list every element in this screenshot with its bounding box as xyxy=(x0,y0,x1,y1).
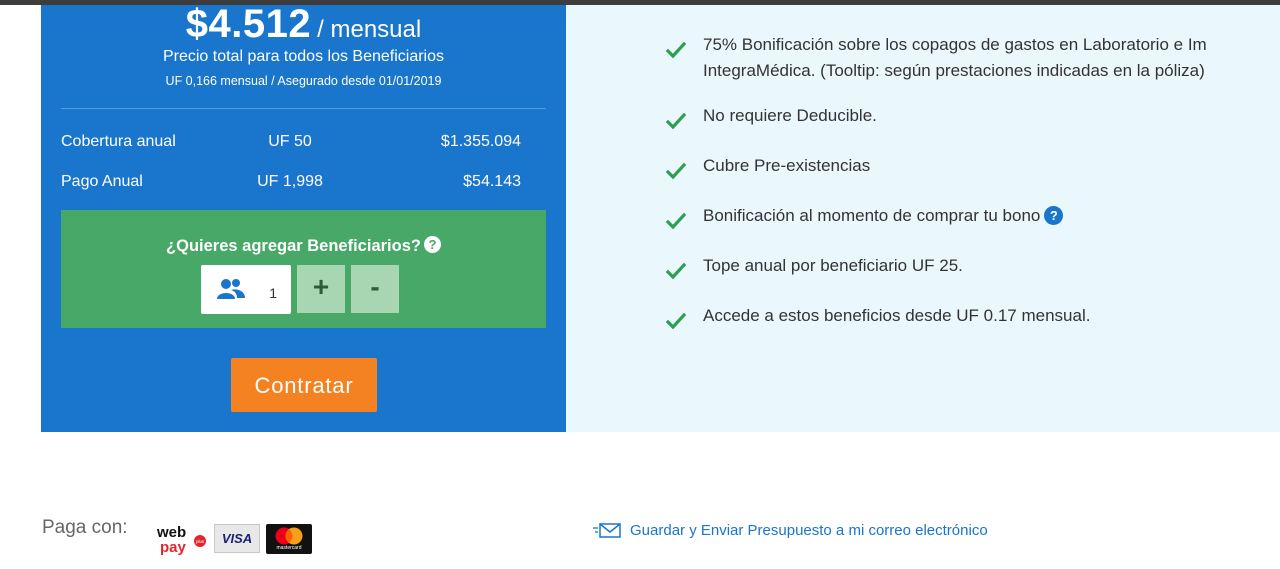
contratar-button[interactable]: Contratar xyxy=(231,358,377,412)
increase-button[interactable]: + xyxy=(297,265,345,313)
decrease-button[interactable]: - xyxy=(351,265,399,313)
price-subtitle: Precio total para todos los Beneficiario… xyxy=(162,48,445,65)
annual-payment-row: Pago Anual UF 1,998 $54.143 xyxy=(61,173,546,195)
check-icon xyxy=(665,312,687,330)
row-label: Pago Anual xyxy=(61,173,143,190)
beneficiary-count: 1 xyxy=(269,285,277,301)
webpay-word-pay: pay xyxy=(160,539,187,555)
help-icon[interactable]: ? xyxy=(1044,206,1064,225)
benefit-text: 75% Bonificación sobre los copagos de ga… xyxy=(703,32,1207,84)
send-mail-icon xyxy=(593,523,621,538)
price-line: $4.512/ mensual xyxy=(41,2,566,47)
benefit-line: IntegraMédica. (Tooltip: según prestacio… xyxy=(703,61,1205,80)
help-icon[interactable]: ? xyxy=(423,236,441,253)
price-period: / mensual xyxy=(317,16,422,43)
row-uf: UF 1,998 xyxy=(257,173,323,190)
mastercard-logo: mastercard xyxy=(266,524,312,554)
webpay-plus: plus xyxy=(196,539,205,544)
visa-logo: VISA xyxy=(214,524,260,553)
check-icon xyxy=(665,112,687,130)
check-icon xyxy=(665,41,687,59)
uf-note: UF 0,166 mensual / Asegurado desde 01/01… xyxy=(165,74,442,88)
mastercard-text: mastercard xyxy=(276,545,302,551)
benefit-line: 75% Bonificación sobre los copagos de ga… xyxy=(703,35,1207,54)
pricing-card: $4.512/ mensual Precio total para todos … xyxy=(41,2,566,432)
check-icon xyxy=(665,212,687,230)
row-label: Cobertura anual xyxy=(61,133,176,150)
save-send-quote-label: Guardar y Enviar Presupuesto a mi correo… xyxy=(630,522,988,539)
benefit-line: Bonificación al momento de comprar tu bo… xyxy=(703,206,1041,225)
add-beneficiaries-title: ¿Quieres agregar Beneficiarios?? xyxy=(61,236,546,256)
pay-with-label: Paga con: xyxy=(42,517,128,538)
people-icon xyxy=(217,279,245,299)
add-beneficiaries-label: ¿Quieres agregar Beneficiarios? xyxy=(166,237,421,255)
row-uf: UF 50 xyxy=(268,133,312,150)
row-clp: $54.143 xyxy=(463,173,521,190)
benefit-text: Bonificación al momento de comprar tu bo… xyxy=(703,203,1064,229)
mastercard-circles-icon xyxy=(275,527,303,545)
save-send-quote-link[interactable]: Guardar y Enviar Presupuesto a mi correo… xyxy=(592,522,988,539)
price-amount: $4.512 xyxy=(185,2,312,46)
divider xyxy=(61,108,546,109)
beneficiary-counter: 1 xyxy=(201,265,291,314)
check-icon xyxy=(665,162,687,180)
check-icon xyxy=(665,262,687,280)
benefit-text: No requiere Deducible. xyxy=(703,106,877,125)
benefits-panel: 75% Bonificación sobre los copagos de ga… xyxy=(566,5,1280,432)
coverage-row: Cobertura anual UF 50 $1.355.094 xyxy=(61,133,546,155)
benefit-text: Cubre Pre-existencias xyxy=(703,156,871,175)
webpay-logo: web pay plus xyxy=(157,524,206,555)
benefit-text: Tope anual por beneficiario UF 25. xyxy=(703,256,963,275)
add-beneficiaries-box: ¿Quieres agregar Beneficiarios?? 1 + - xyxy=(61,210,546,328)
row-clp: $1.355.094 xyxy=(440,133,521,150)
benefit-text: Accede a estos beneficios desde UF 0.17 … xyxy=(703,306,1091,325)
